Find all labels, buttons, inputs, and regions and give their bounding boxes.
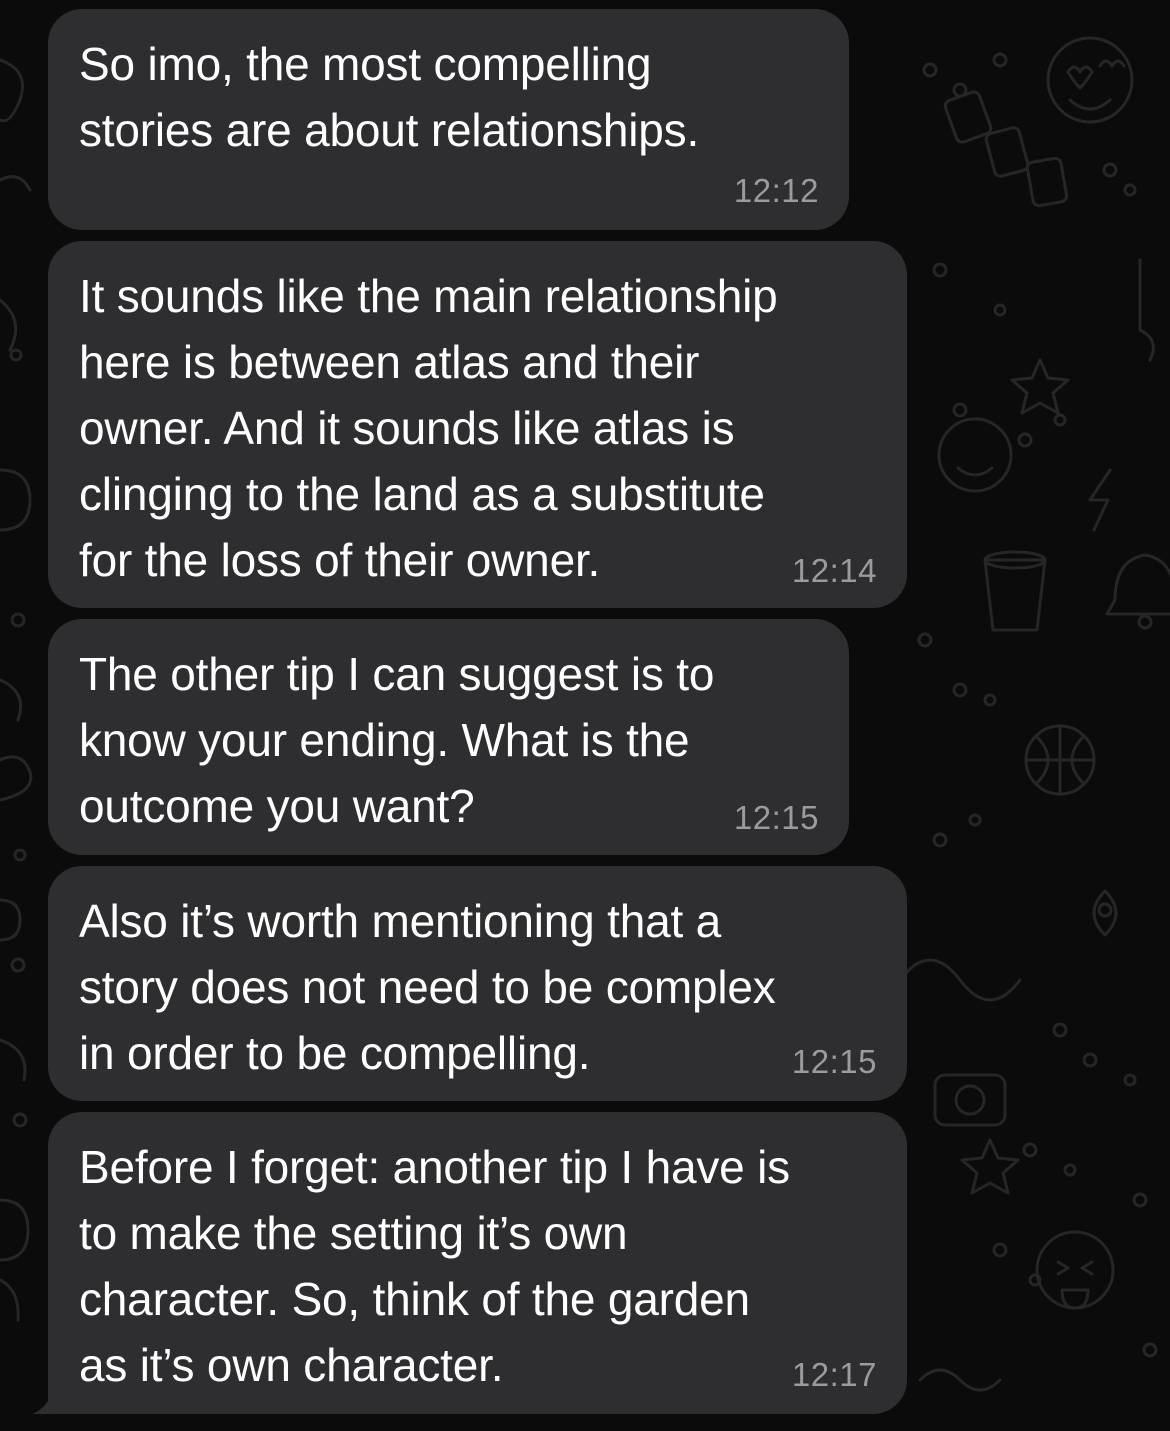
message-text: Before I forget: another tip I have is t… (79, 1141, 790, 1391)
message-timestamp: 12:12 (733, 172, 819, 209)
message-bubble[interactable]: It sounds like the main relationship her… (48, 241, 907, 608)
message-timestamp: 12:15 (791, 1043, 877, 1080)
message-bubble[interactable]: Before I forget: another tip I have is t… (48, 1112, 907, 1414)
message-text: The other tip I can suggest is to know y… (79, 648, 715, 832)
message-timestamp: 12:15 (733, 799, 819, 836)
message-list[interactable]: So imo, the most compelling stories are … (0, 0, 1170, 1431)
message-bubble[interactable]: So imo, the most compelling stories are … (48, 9, 849, 230)
message-bubble[interactable]: Also it’s worth mentioning that a story … (48, 866, 907, 1101)
message-timestamp: 12:14 (791, 552, 877, 589)
message-timestamp: 12:17 (791, 1356, 877, 1393)
message-bubble[interactable]: The other tip I can suggest is to know y… (48, 619, 849, 855)
message-text: Also it’s worth mentioning that a story … (79, 895, 776, 1079)
message-text: It sounds like the main relationship her… (79, 270, 778, 586)
message-text: So imo, the most compelling stories are … (79, 38, 700, 156)
